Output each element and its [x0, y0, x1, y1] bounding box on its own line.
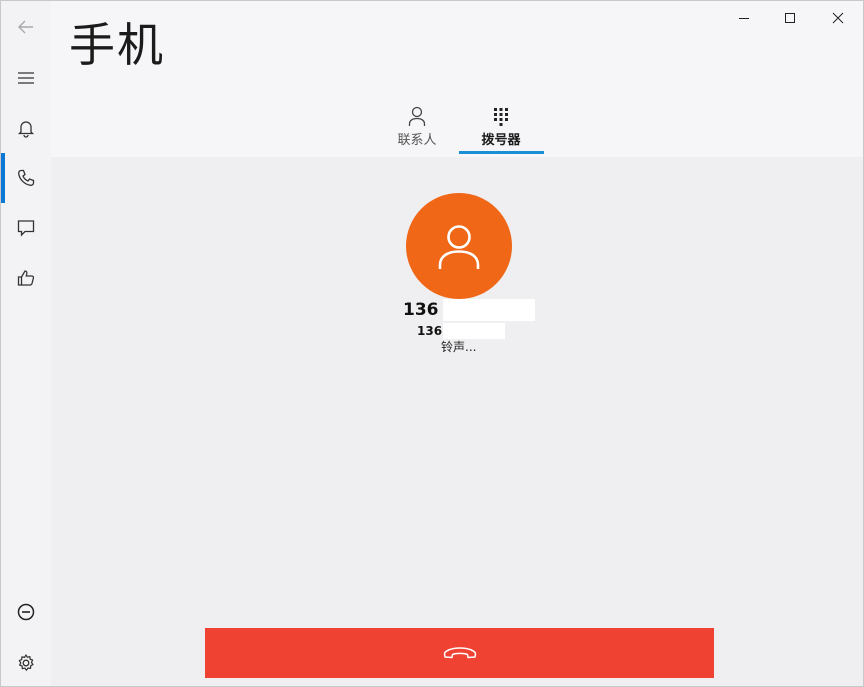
person-icon [438, 225, 480, 269]
call-panel: 136 136 铃声... [51, 157, 863, 686]
bell-icon [17, 121, 35, 138]
active-indicator [1, 153, 5, 203]
settings-button[interactable] [1, 639, 51, 686]
caller-number-text: 136 [403, 300, 439, 320]
phone-app-window: 手机 联系人 拨号器 136 136 铃声... [0, 0, 864, 687]
minus-circle-icon [17, 603, 35, 621]
person-icon [408, 106, 426, 126]
hang-up-button[interactable] [205, 628, 714, 678]
phone-icon [18, 169, 35, 186]
menu-button[interactable] [1, 54, 51, 102]
caller-sub-number-text: 136 [417, 324, 443, 338]
caller-sub-number: 136 [417, 323, 506, 339]
nav-rail [1, 1, 51, 686]
calls-button[interactable] [1, 154, 51, 202]
back-button[interactable] [1, 3, 51, 51]
gear-icon [18, 654, 34, 671]
tab-dialer[interactable]: 拨号器 [459, 101, 543, 155]
thumbs-up-icon [17, 270, 35, 286]
redacted-digits [442, 299, 535, 321]
redacted-digits [443, 323, 506, 339]
close-button[interactable] [815, 1, 861, 35]
minimize-icon [739, 18, 749, 19]
hamburger-icon [18, 72, 34, 84]
feedback-button[interactable] [1, 254, 51, 302]
caller-number: 136 [403, 299, 535, 321]
disconnect-button[interactable] [1, 588, 51, 636]
app-title: 手机 [69, 18, 165, 72]
maximize-icon [785, 13, 795, 23]
close-icon [832, 12, 844, 24]
caller-avatar [406, 193, 512, 299]
dialpad-icon [494, 108, 508, 126]
tab-dialer-label: 拨号器 [481, 133, 521, 148]
notifications-button[interactable] [1, 104, 51, 152]
messages-button[interactable] [1, 204, 51, 252]
maximize-button[interactable] [767, 1, 813, 35]
header: 手机 联系人 拨号器 [51, 1, 863, 157]
back-arrow-icon [18, 20, 33, 34]
chat-icon [17, 220, 35, 237]
tab-contacts-label: 联系人 [397, 133, 437, 148]
minimize-button[interactable] [721, 1, 767, 35]
hang-up-icon [443, 647, 476, 659]
active-tab-indicator [459, 151, 544, 154]
call-status: 铃声... [441, 340, 477, 354]
tab-contacts[interactable]: 联系人 [375, 101, 459, 155]
